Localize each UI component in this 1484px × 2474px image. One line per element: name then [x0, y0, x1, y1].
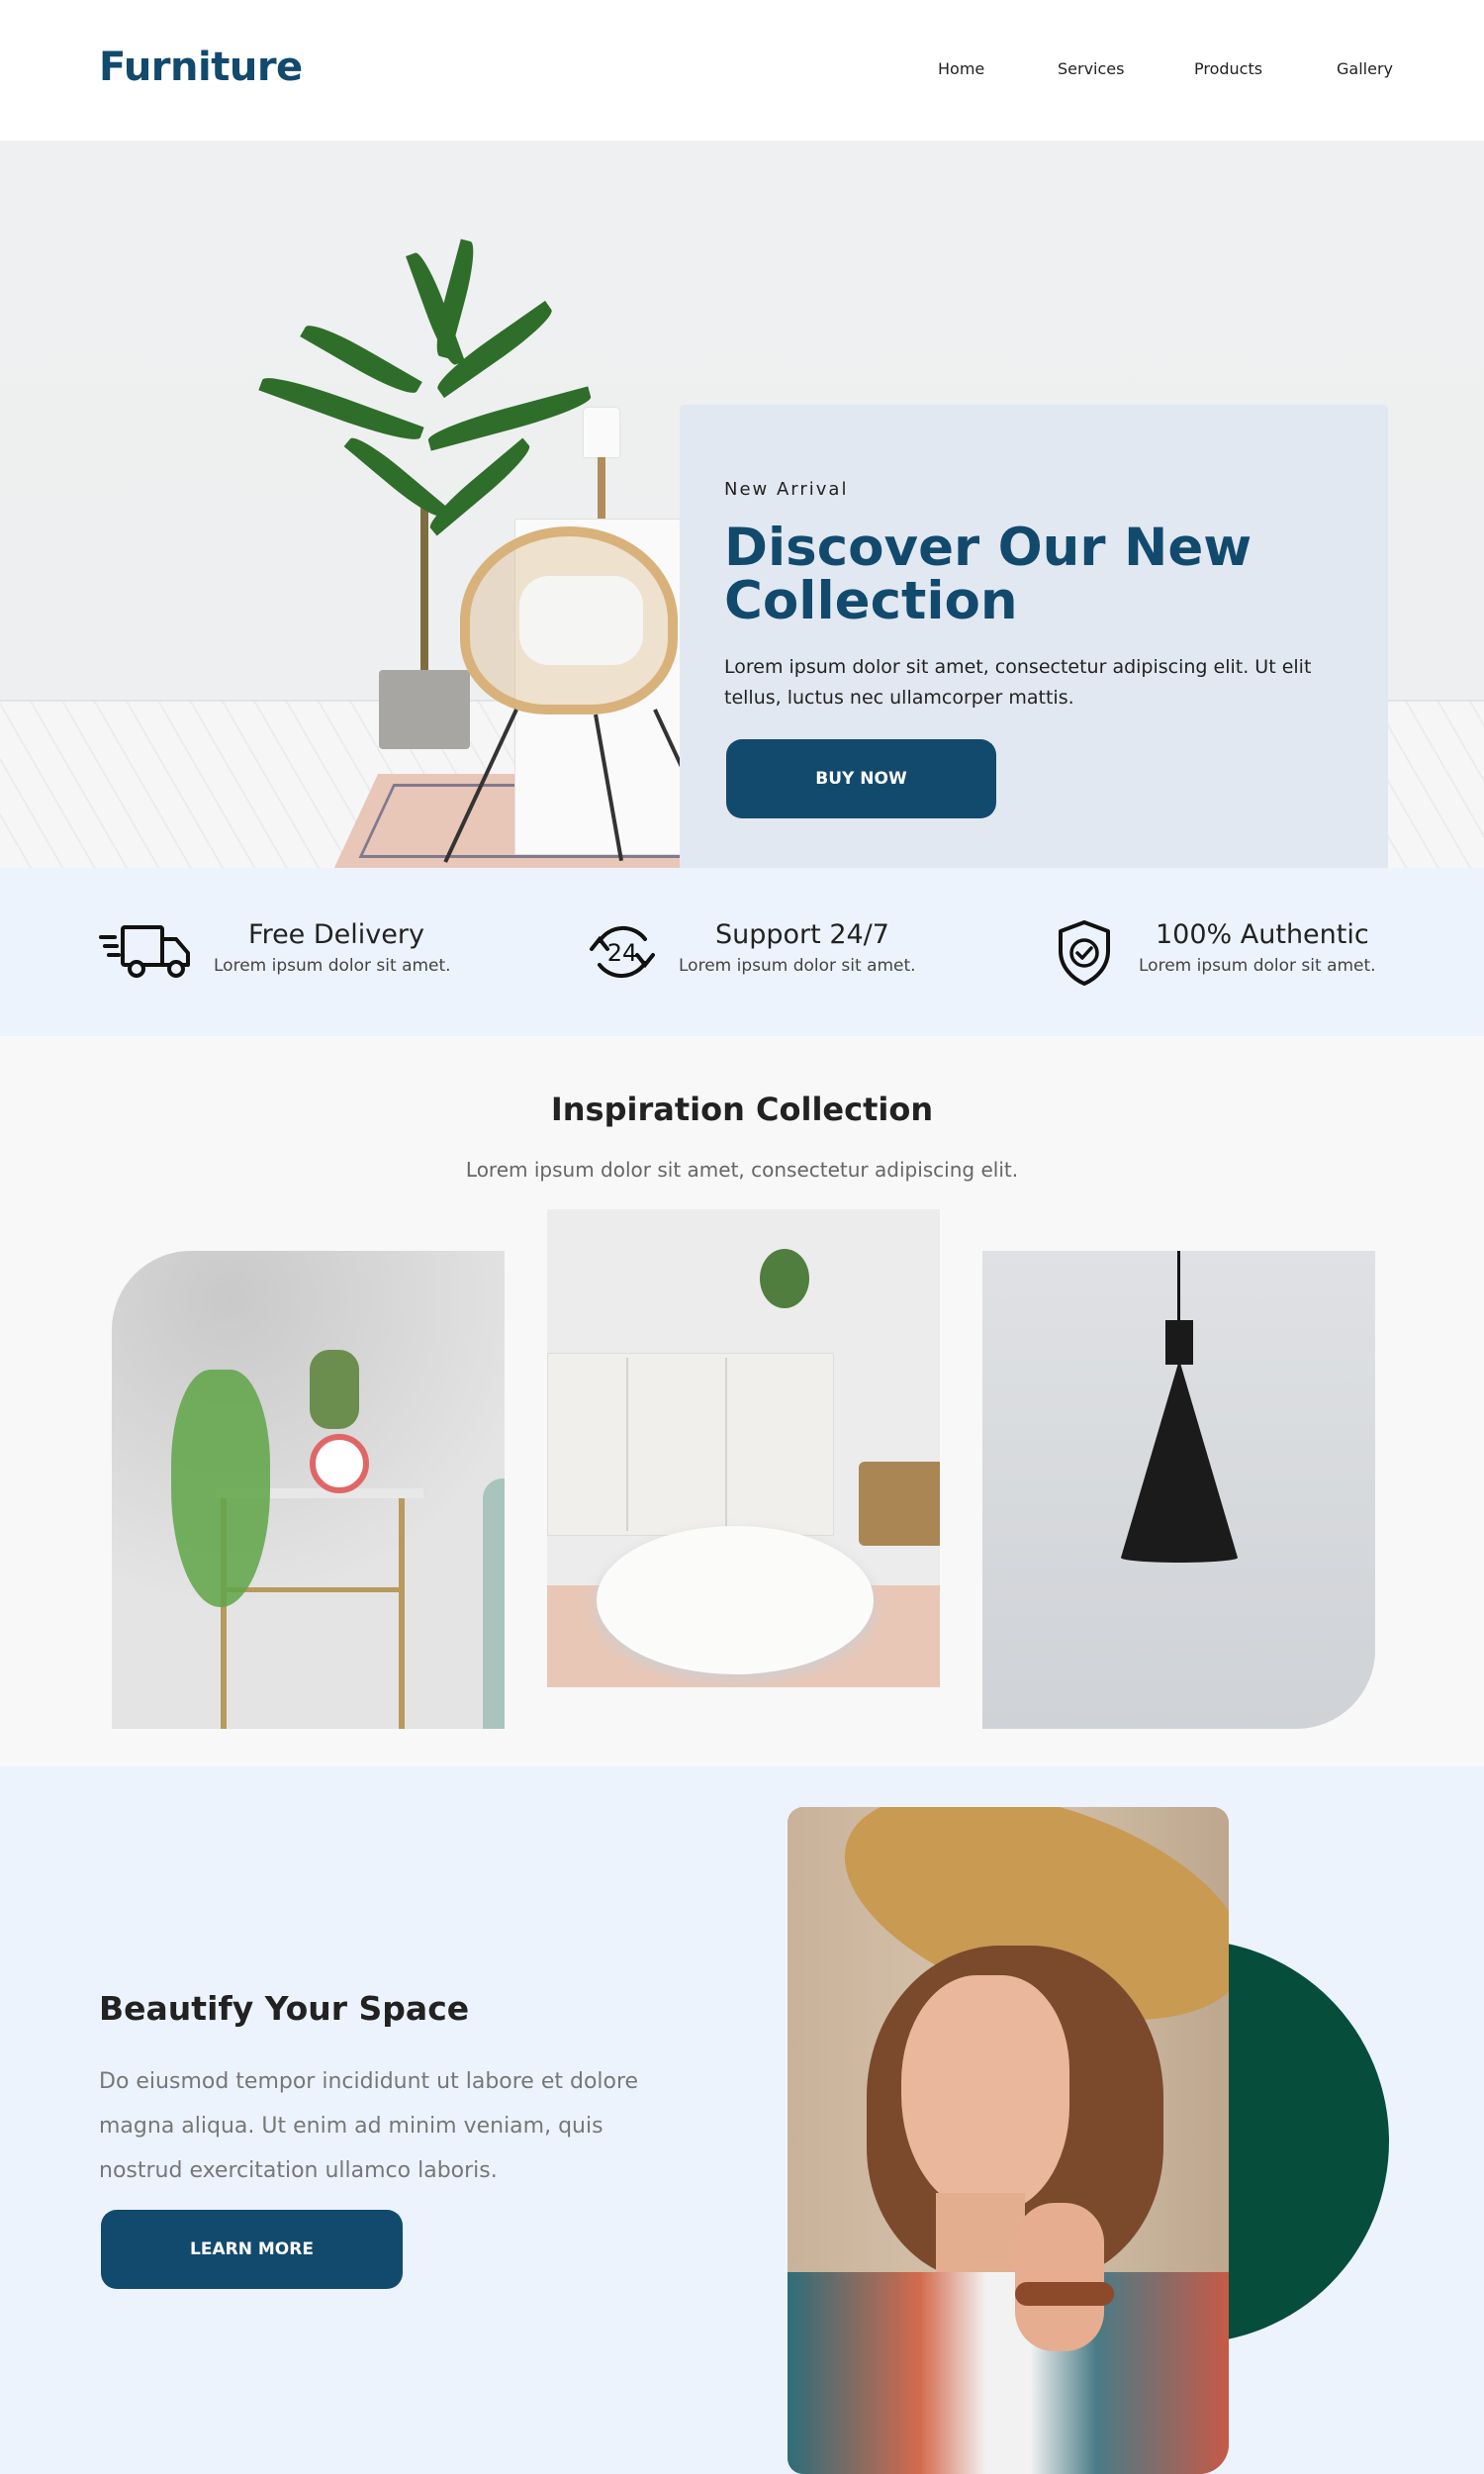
hero-card: New Arrival Discover Our New Collection …: [680, 405, 1388, 868]
shield-check-icon: [1059, 920, 1110, 986]
hero-description: Lorem ipsum dolor sit amet, consectetur …: [724, 656, 1312, 709]
feature-subtitle: Lorem ipsum dolor sit amet.: [1139, 956, 1376, 976]
nav-link-services[interactable]: Services: [1058, 59, 1124, 78]
woman-portrait-image: [788, 1807, 1229, 2474]
plant-stand-image[interactable]: [112, 1251, 505, 1729]
beautify-section: Beautify Your Space Do eiusmod tempor in…: [0, 1766, 1484, 2474]
pouf-sideboard-image[interactable]: [547, 1209, 940, 1687]
site-logo[interactable]: Furniture: [99, 45, 303, 90]
nav-link-products[interactable]: Products: [1194, 59, 1262, 78]
beautify-title: Beautify Your Space: [99, 1989, 470, 2028]
buy-now-button[interactable]: BUY NOW: [726, 739, 996, 818]
section-title: Inspiration Collection: [550, 1091, 934, 1128]
section-subtitle: Lorem ipsum dolor sit amet, consectetur …: [465, 1158, 1019, 1182]
feature-title: Support 24/7: [715, 919, 889, 950]
features-bar: Free Delivery Lorem ipsum dolor sit amet…: [0, 868, 1484, 1036]
feature-subtitle: Lorem ipsum dolor sit amet.: [214, 956, 451, 976]
delivery-truck-icon: [99, 925, 190, 978]
table-lamp-image: [584, 408, 619, 457]
top-navbar: Furniture Home Services Products Gallery: [0, 0, 1484, 141]
learn-more-button[interactable]: LEARN MORE: [101, 2210, 403, 2289]
feature-title: 100% Authentic: [1156, 919, 1369, 950]
nav-link-gallery[interactable]: Gallery: [1337, 59, 1393, 78]
hero-section: New Arrival Discover Our New Collection …: [0, 141, 1484, 868]
inspiration-section: Inspiration Collection Lorem ipsum dolor…: [0, 1036, 1484, 1766]
feature-subtitle: Lorem ipsum dolor sit amet.: [679, 956, 916, 976]
pendant-lamp-image[interactable]: [982, 1251, 1375, 1729]
nav-link-home[interactable]: Home: [938, 59, 984, 78]
support-24-7-icon: 24: [590, 925, 655, 979]
feature-title: Free Delivery: [248, 919, 424, 950]
beautify-description: Do eiusmod tempor incididunt ut labore e…: [99, 2069, 639, 2183]
support-icon-label: 24: [607, 939, 638, 967]
plant-pot-image: [379, 670, 470, 749]
hero-kicker: New Arrival: [724, 479, 849, 500]
hero-title: Discover Our New Collection: [724, 518, 1252, 631]
